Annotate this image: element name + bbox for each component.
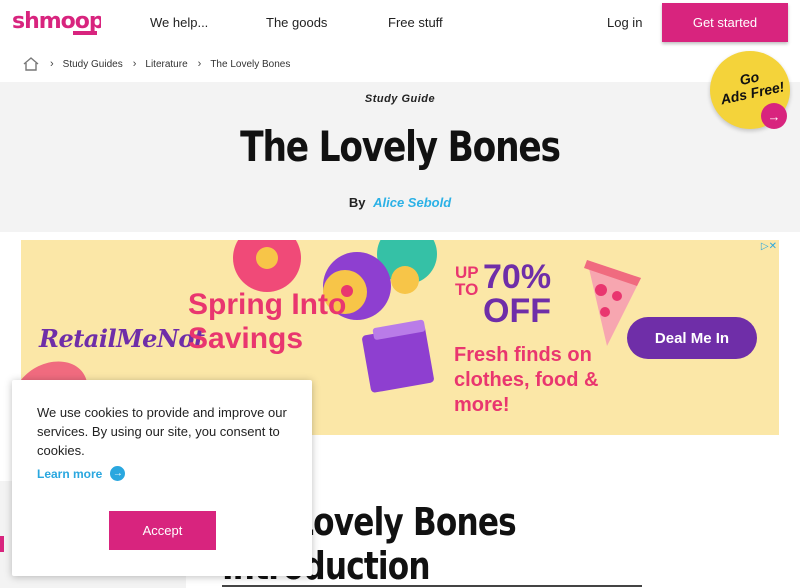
nav-the-goods[interactable]: The goods xyxy=(266,15,327,30)
ad-offer-amount-text: 70% OFF xyxy=(483,258,552,330)
sidebar-active-marker xyxy=(0,536,4,552)
divider xyxy=(222,585,642,587)
ad-brand-logo: RetailMeNot xyxy=(39,324,205,353)
learn-more-label: Learn more xyxy=(37,466,103,481)
breadcrumb: › Study Guides › Literature › The Lovely… xyxy=(22,55,290,73)
chevron-right-icon: › xyxy=(132,58,137,70)
svg-text:shmoop: shmoop xyxy=(12,9,101,34)
page-title: The Lovely Bones xyxy=(240,122,561,171)
chevron-right-icon: › xyxy=(197,58,202,70)
breadcrumb-study-guides[interactable]: Study Guides xyxy=(63,59,123,70)
accept-cookies-button[interactable]: Accept xyxy=(109,511,216,550)
page: shmoop We help... The goods Free stuff L… xyxy=(0,0,800,588)
arrow-right-icon: → xyxy=(110,466,126,481)
top-nav: shmoop We help... The goods Free stuff L… xyxy=(0,0,800,46)
breadcrumb-literature[interactable]: Literature xyxy=(145,59,187,70)
log-in-link[interactable]: Log in xyxy=(607,15,642,30)
cookie-message: We use cookies to provide and improve ou… xyxy=(37,405,287,458)
byline-prefix: By xyxy=(348,195,366,210)
hero-kicker: Study Guide xyxy=(364,93,436,105)
arrow-right-icon[interactable]: → xyxy=(761,103,787,129)
byline: By Alice Sebold xyxy=(0,195,800,210)
cookie-banner: We use cookies to provide and improve ou… xyxy=(12,380,312,576)
nav-we-help[interactable]: We help... xyxy=(150,15,208,30)
ad-subtext: Fresh finds on clothes, food & more! xyxy=(454,344,599,416)
home-icon[interactable] xyxy=(22,56,40,72)
author-link[interactable]: Alice Sebold xyxy=(373,195,451,210)
shmoop-logo[interactable]: shmoop xyxy=(11,4,101,40)
learn-more-link[interactable]: Learn more → xyxy=(37,466,126,481)
chevron-right-icon: › xyxy=(50,58,54,70)
hero: Study Guide The Lovely Bones By Alice Se… xyxy=(0,82,800,232)
breadcrumb-current: The Lovely Bones xyxy=(210,58,291,70)
go-ads-free-badge[interactable]: Go Ads Free! → xyxy=(710,51,790,129)
ad-choices-icon[interactable]: ▷✕ xyxy=(761,241,777,252)
nav-free-stuff[interactable]: Free stuff xyxy=(388,15,443,30)
ad-offer-prefix: UP TO xyxy=(455,263,479,299)
ad-offer-amount: 70% OFF xyxy=(483,260,593,328)
get-started-button[interactable]: Get started xyxy=(662,3,788,42)
ad-headline: Spring Into Savings xyxy=(188,288,347,355)
deal-me-in-button[interactable]: Deal Me In xyxy=(627,317,757,359)
ads-free-label: Go Ads Free! xyxy=(716,64,787,107)
